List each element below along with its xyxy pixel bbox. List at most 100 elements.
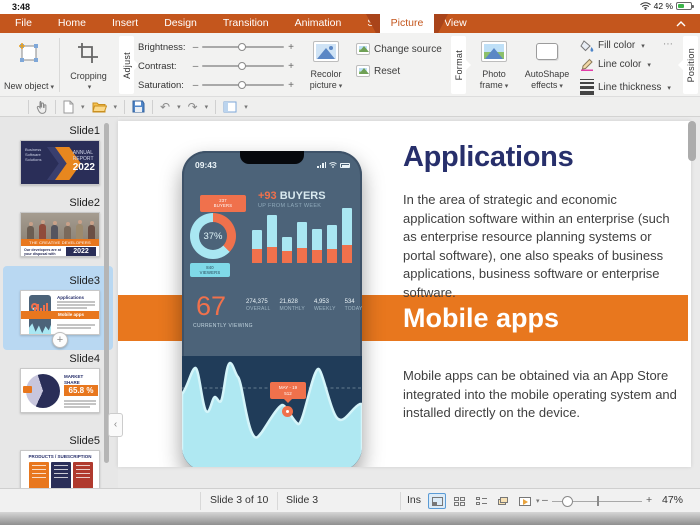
autoshape-icon	[536, 43, 558, 60]
insert-mode-indicator[interactable]: Ins	[407, 494, 421, 506]
slide1-label[interactable]: Slide1	[20, 125, 100, 137]
menu-tab-file[interactable]: File	[2, 14, 45, 33]
thumb4-title1: MARKET SHARE	[64, 374, 83, 385]
add-slide-button[interactable]: +	[52, 332, 68, 348]
zoom-out-button[interactable]: –	[542, 494, 548, 506]
normal-view-icon	[432, 497, 443, 506]
new-document-button[interactable]	[63, 100, 74, 114]
brightness-slider[interactable]	[202, 46, 284, 48]
slide1-thumbnail[interactable]: Business Software Solutions ANNUAL REPOR…	[20, 140, 100, 185]
saturation-minus-button[interactable]: –	[189, 80, 203, 91]
slide3-label[interactable]: Slide3	[20, 275, 100, 287]
brightness-plus-button[interactable]: +	[284, 42, 298, 53]
slide2-label[interactable]: Slide2	[20, 197, 100, 209]
viewers-tag: 840VIEWERS	[190, 263, 230, 277]
slide-sorter-button[interactable]	[450, 493, 468, 509]
recolor-picture-icon	[313, 41, 339, 62]
slide-title[interactable]: Applications	[403, 141, 573, 174]
slideshow-button[interactable]	[516, 493, 534, 509]
menu-bar: File Home Insert Design Transition Anima…	[0, 14, 700, 33]
undo-button[interactable]: ↶	[160, 101, 170, 113]
dropdown-caret-icon	[665, 82, 671, 93]
buyers-headline: +93 BUYERS	[258, 190, 326, 202]
chart-tooltip: MAY - 19512	[270, 382, 306, 399]
presentation-app-window: 3:48 42 % File Home Insert Design Transi…	[0, 0, 700, 525]
menu-tab-transition[interactable]: Transition	[210, 14, 282, 33]
contrast-slider-thumb[interactable]	[238, 62, 246, 70]
outline-view-button[interactable]	[472, 493, 490, 509]
reset-icon	[356, 65, 370, 77]
view-options-icon[interactable]	[8, 104, 21, 110]
slide3-thumbnail-selected[interactable]: Applications Mobile apps	[20, 290, 100, 335]
slide5-thumbnail[interactable]: PRODUCTS / SUBSCRIPTION	[20, 450, 100, 488]
phone-mockup-image[interactable]: 09:43 237BUYERS 37% 840VIEWERS	[182, 151, 362, 467]
save-button[interactable]	[132, 100, 145, 113]
dropdown-caret-icon	[557, 80, 563, 90]
menu-tab-picture-active[interactable]: Picture	[380, 14, 434, 33]
crop-icon	[77, 42, 99, 64]
contrast-plus-button[interactable]: +	[284, 61, 298, 72]
slide-canvas: Mobile apps Applications In the area of …	[118, 117, 700, 488]
menu-tab-design[interactable]: Design	[151, 14, 210, 33]
notes-view-button[interactable]	[494, 493, 512, 509]
brightness-slider-thumb[interactable]	[238, 43, 246, 51]
slide2-thumbnail[interactable]: THE CREATIVE DEVELOPERS Our developers a…	[20, 212, 100, 257]
dropdown-caret-icon[interactable]: ▾	[205, 103, 209, 111]
normal-view-button[interactable]	[428, 493, 446, 509]
dropdown-caret-icon[interactable]: ▾	[81, 103, 85, 111]
zoom-slider-thumb[interactable]	[562, 496, 573, 507]
more-options-button[interactable]: ⋯	[663, 39, 674, 50]
slide-body-text-2[interactable]: Mobile apps can be obtained via an App S…	[403, 367, 681, 423]
saturation-plus-button[interactable]: +	[284, 80, 298, 91]
slide-body-text-1[interactable]: In the area of strategic and economic ap…	[403, 191, 681, 302]
layout-view-button[interactable]	[223, 101, 237, 113]
brightness-minus-button[interactable]: –	[189, 42, 203, 53]
picture-ribbon: New object Cropping Adjust Brightness: –…	[0, 33, 700, 97]
current-slide[interactable]: Mobile apps Applications In the area of …	[118, 121, 691, 467]
canvas-scrollbar[interactable]	[688, 121, 696, 161]
new-object-button[interactable]: New object	[0, 33, 58, 97]
cropping-button[interactable]: Cropping	[60, 33, 117, 97]
slide4-label[interactable]: Slide4	[20, 353, 100, 365]
line-thickness-button[interactable]: Line thickness	[580, 77, 671, 97]
line-color-button[interactable]: Line color	[580, 58, 651, 71]
fill-color-label: Fill color	[598, 40, 635, 51]
bar-segment	[297, 222, 307, 263]
zoom-in-button[interactable]: +	[646, 494, 652, 506]
saturation-slider-row: Saturation: – +	[138, 78, 298, 92]
thumb3-banner: Mobile apps	[21, 311, 99, 319]
open-file-button[interactable]	[92, 101, 107, 113]
line-thickness-label: Line thickness	[598, 82, 661, 93]
dropdown-caret-icon[interactable]: ▾	[536, 497, 540, 505]
dropdown-caret-icon[interactable]: ▾	[114, 103, 118, 111]
change-source-button[interactable]: Change source	[356, 43, 442, 55]
menu-tab-insert[interactable]: Insert	[99, 14, 151, 33]
new-object-label: New object	[4, 81, 49, 91]
panel-scrollbar[interactable]	[104, 123, 109, 463]
reset-button[interactable]: Reset	[356, 65, 400, 77]
chart-marker-icon	[282, 406, 293, 417]
redo-button[interactable]: ↷	[188, 101, 198, 113]
change-source-label: Change source	[374, 44, 442, 55]
saturation-slider-thumb[interactable]	[238, 81, 246, 89]
adjust-section-tab[interactable]: Adjust	[119, 36, 134, 94]
recolor-picture-button[interactable]: Recolor picture	[300, 33, 352, 97]
menu-tab-animation[interactable]: Animation	[282, 14, 355, 33]
fill-color-button[interactable]: Fill color	[580, 39, 645, 52]
contrast-slider[interactable]	[202, 65, 284, 67]
dropdown-caret-icon[interactable]: ▾	[244, 103, 248, 111]
contrast-minus-button[interactable]: –	[189, 61, 203, 72]
panel-collapse-handle[interactable]: ‹	[108, 413, 123, 437]
saturation-slider[interactable]	[202, 84, 284, 86]
pointer-hand-icon[interactable]	[36, 100, 48, 114]
format-section-tab[interactable]: Format	[451, 36, 466, 94]
slide4-thumbnail[interactable]: MARKET SHAREWORLDWIDE 65.8 %	[20, 368, 100, 413]
zoom-level[interactable]: 47%	[662, 494, 683, 506]
collapse-ribbon-icon[interactable]	[676, 21, 686, 27]
photo-frame-button[interactable]: Photo frame	[470, 33, 518, 97]
dropdown-caret-icon[interactable]: ▾	[177, 103, 181, 111]
menu-tab-home[interactable]: Home	[45, 14, 99, 33]
autoshape-effects-button[interactable]: AutoShape effects	[520, 33, 574, 97]
position-section-tab[interactable]: Position	[683, 36, 698, 94]
slide5-label[interactable]: Slide5	[20, 435, 100, 447]
